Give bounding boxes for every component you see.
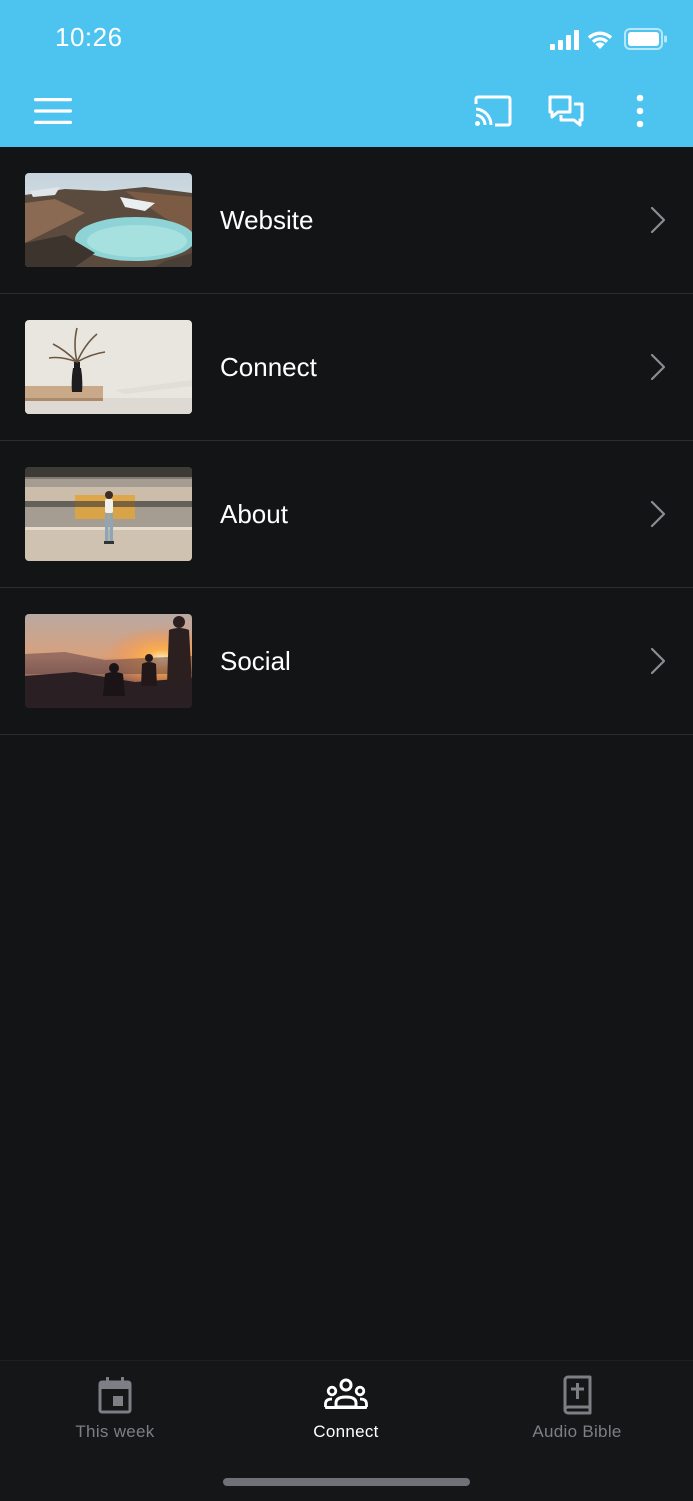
app-header: 10:26 <box>0 0 693 147</box>
list-item-social[interactable]: Social <box>0 588 693 735</box>
tab-audio-bible[interactable]: Audio Bible <box>477 1375 677 1449</box>
wifi-icon <box>587 31 613 49</box>
home-indicator <box>223 1478 470 1486</box>
more-options-button[interactable] <box>615 86 665 136</box>
chevron-right-icon <box>650 647 666 675</box>
about-thumbnail <box>25 467 192 561</box>
chevron-right-icon <box>650 353 666 381</box>
link-list: Website Connect About Social <box>0 147 693 735</box>
battery-icon <box>624 28 667 50</box>
list-item-connect[interactable]: Connect <box>0 294 693 441</box>
more-vertical-icon <box>636 94 644 128</box>
cast-button[interactable] <box>468 86 518 136</box>
tab-label: This week <box>75 1422 155 1441</box>
item-label: Connect <box>220 352 317 382</box>
chevron-right-icon <box>650 206 666 234</box>
item-label: Website <box>220 205 314 235</box>
cellular-signal-icon <box>550 30 579 50</box>
chevron-right-icon <box>650 500 666 528</box>
list-item-website[interactable]: Website <box>0 147 693 294</box>
status-icons <box>549 26 669 52</box>
list-item-about[interactable]: About <box>0 441 693 588</box>
social-thumbnail <box>25 614 192 708</box>
connect-thumbnail <box>25 320 192 414</box>
menu-button[interactable] <box>28 86 78 136</box>
people-group-icon <box>324 1378 368 1409</box>
tab-connect[interactable]: Connect <box>246 1375 446 1449</box>
status-time: 10:26 <box>55 22 123 52</box>
chat-button[interactable] <box>541 86 591 136</box>
bible-icon <box>563 1375 592 1415</box>
item-label: Social <box>220 646 291 676</box>
hamburger-menu-icon <box>34 98 72 124</box>
cast-icon <box>474 95 512 127</box>
chat-icon <box>548 95 584 127</box>
tab-this-week[interactable]: This week <box>15 1375 215 1449</box>
tab-label: Connect <box>313 1422 379 1441</box>
calendar-icon <box>98 1377 132 1414</box>
tab-label: Audio Bible <box>532 1422 622 1441</box>
website-thumbnail <box>25 173 192 267</box>
item-label: About <box>220 499 288 529</box>
